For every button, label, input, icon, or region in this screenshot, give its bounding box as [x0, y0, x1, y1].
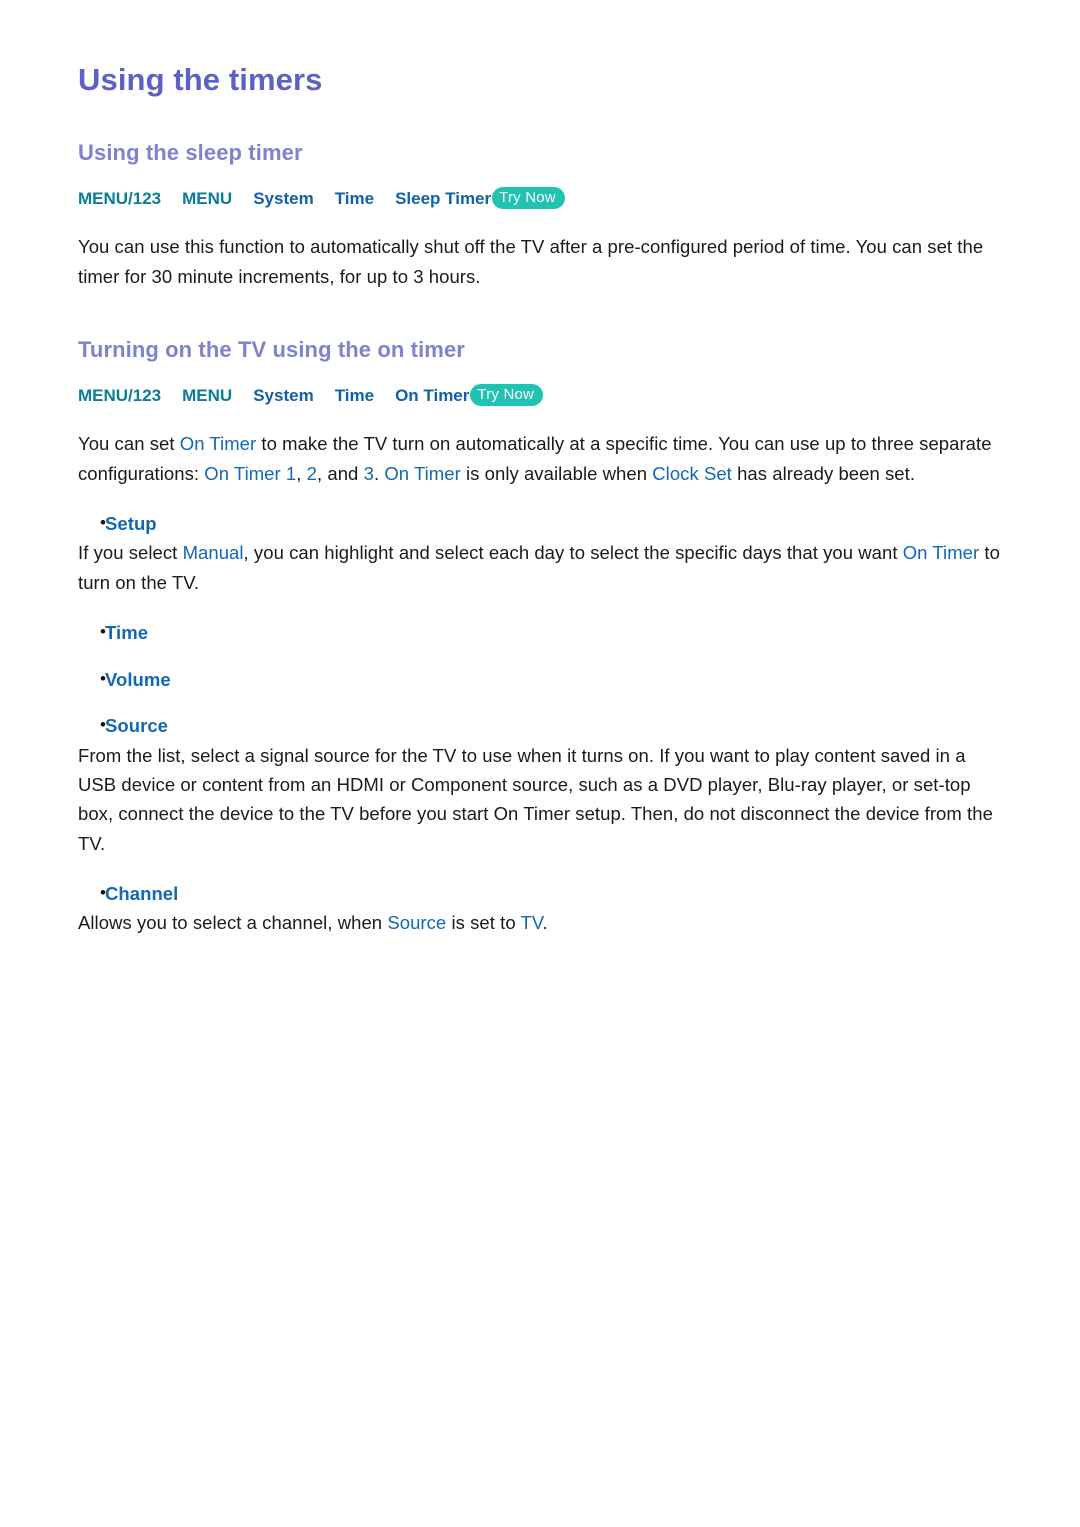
section-title-sleep-timer: Using the sleep timer [78, 139, 303, 165]
breadcrumb-item-time[interactable]: Time [335, 386, 374, 405]
bullet-point-icon: • [100, 621, 106, 641]
setup-description: If you select Manual, you can highlight … [78, 538, 1002, 596]
breadcrumb-on-timer: MENU/123 MENU System Time On Timer Try Now [78, 384, 1002, 408]
bullet-point-icon: • [100, 715, 106, 735]
document-page: Using the timers Using the sleep timer M… [0, 0, 1080, 1527]
page-title: Using the timers [78, 62, 323, 97]
on-timer-description: You can set On Timer to make the TV turn… [78, 429, 1002, 487]
text-fragment: Allows you to select a channel, when [78, 912, 388, 934]
list-item-label: Source [105, 715, 169, 737]
breadcrumb-item-system[interactable]: System [253, 189, 313, 208]
text-fragment: is only available when [460, 462, 653, 484]
term-on-timer: On Timer [902, 542, 980, 564]
section-title-on-timer: Turning on the TV using the on timer [78, 336, 465, 362]
list-item-label: Time [105, 621, 149, 643]
channel-description: Allows you to select a channel, when Sou… [78, 908, 1002, 937]
term-on-timer-2: 2 [306, 462, 317, 484]
term-on-timer-1: On Timer 1 [204, 462, 297, 484]
breadcrumb-item-on-timer[interactable]: On Timer [395, 386, 469, 405]
breadcrumb-item-menu[interactable]: MENU [182, 189, 232, 208]
text-fragment: . [373, 462, 385, 484]
breadcrumb-item-menu[interactable]: MENU [182, 386, 232, 405]
text-fragment: , you can highlight and select each day … [243, 542, 903, 564]
list-item-setup: • Setup [78, 510, 1002, 539]
list-item-label: Volume [105, 668, 171, 690]
bullet-point-icon: • [100, 882, 106, 902]
try-now-badge-on-timer[interactable]: Try Now [470, 384, 544, 407]
breadcrumb-sleep-timer: MENU/123 MENU System Time Sleep Timer Try Now [78, 187, 1002, 211]
breadcrumb-item-system[interactable]: System [253, 386, 313, 405]
term-source: Source [387, 912, 447, 934]
sleep-timer-description: You can use this function to automatical… [78, 236, 984, 287]
text-fragment: . [542, 912, 548, 934]
term-on-timer-repeat: On Timer [384, 462, 461, 484]
list-item-volume: • Volume [78, 666, 1002, 695]
term-tv: TV [520, 912, 543, 934]
breadcrumb-item-time[interactable]: Time [335, 189, 374, 208]
list-item-label: Setup [105, 512, 157, 534]
term-on-timer: On Timer [179, 433, 257, 455]
breadcrumb-item-sleep-timer[interactable]: Sleep Timer [395, 189, 491, 208]
list-item-source: • Source [78, 712, 1002, 741]
term-clock-set: Clock Set [652, 462, 732, 484]
text-fragment: , and [317, 462, 364, 484]
term-manual: Manual [182, 542, 244, 564]
breadcrumb-item-menu123[interactable]: MENU/123 [78, 189, 161, 208]
bullet-point-icon: • [100, 512, 106, 532]
text-fragment: , [296, 462, 307, 484]
text-fragment: is set to [446, 912, 521, 934]
list-item-label: Channel [105, 882, 179, 904]
source-description: From the list, select a signal source fo… [78, 744, 993, 854]
list-item-channel: • Channel [78, 880, 1002, 909]
term-on-timer-3: 3 [363, 462, 374, 484]
text-fragment: You can set [78, 433, 180, 455]
try-now-badge-sleep-timer[interactable]: Try Now [492, 187, 565, 210]
text-fragment: If you select [78, 542, 183, 564]
breadcrumb-item-menu123[interactable]: MENU/123 [78, 386, 161, 405]
list-item-time: • Time [78, 619, 1002, 648]
bullet-point-icon: • [100, 668, 106, 688]
text-fragment: has already been set. [731, 462, 916, 484]
